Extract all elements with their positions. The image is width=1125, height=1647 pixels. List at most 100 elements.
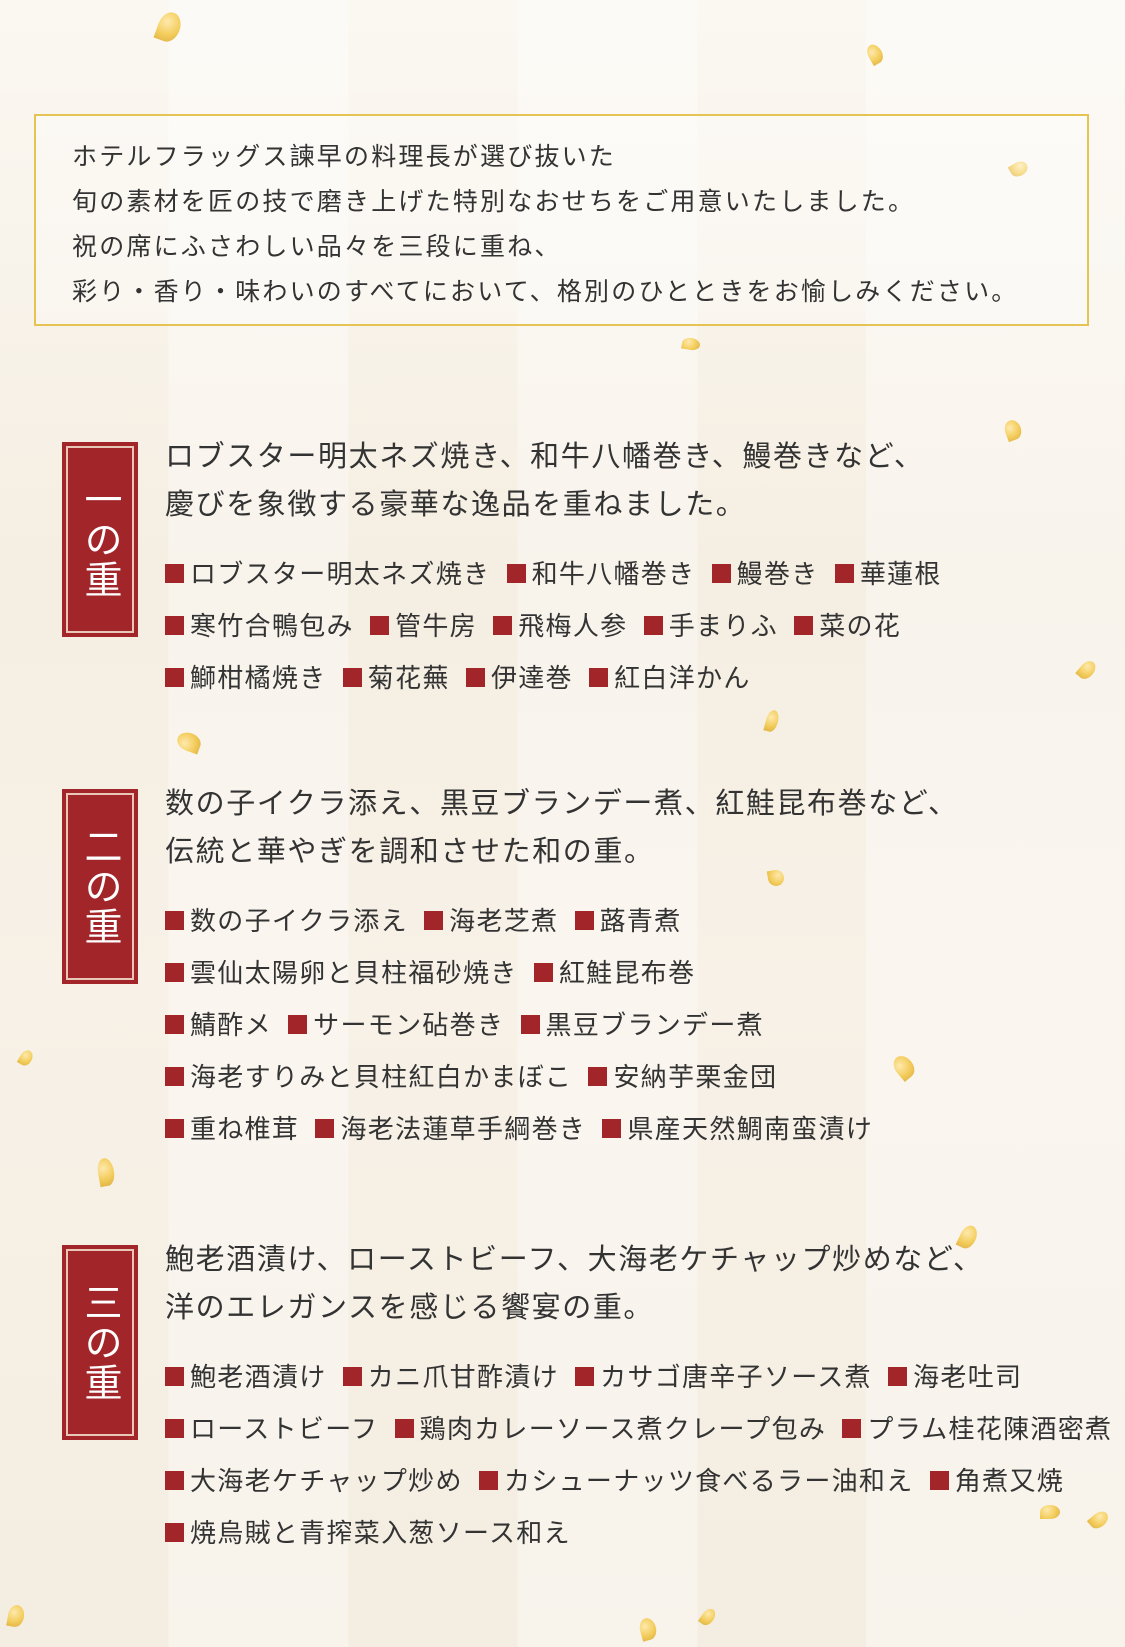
- square-bullet-icon: [165, 1471, 184, 1490]
- square-bullet-icon: [165, 1067, 184, 1086]
- item-row: 鮑老酒漬け カニ爪甘酢漬け カサゴ唐辛子ソース煮 海老吐司: [165, 1352, 1095, 1404]
- intro-line: ホテルフラッグス諫早の料理長が選び抜いた: [72, 142, 617, 171]
- square-bullet-icon: [465, 668, 485, 687]
- square-bullet-icon: [602, 1119, 622, 1138]
- menu-item-label: 黒豆ブランデー煮: [545, 1011, 764, 1041]
- menu-item-label: 重ね椎茸: [190, 1115, 300, 1145]
- square-bullet-icon: [165, 1015, 184, 1034]
- section-description-line: 数の子イクラ添え、黒豆ブランデー煮、紅鮭昆布巻など、: [165, 786, 959, 820]
- section-tag-label: 一の重: [78, 479, 122, 600]
- menu-item-label: 管牛房: [395, 612, 477, 642]
- square-bullet-icon: [288, 1015, 308, 1034]
- square-bullet-icon: [394, 1419, 414, 1438]
- square-bullet-icon: [888, 1367, 908, 1386]
- menu-item-label: 菜の花: [819, 612, 902, 642]
- item-row: 海老すりみと貝柱紅白かまぼこ 安納芋栗金団: [165, 1052, 1095, 1104]
- menu-item: 華蓮根: [834, 549, 942, 601]
- section-description-line: 鮑老酒漬け、ローストビーフ、大海老ケチャップ炒めなど、: [165, 1242, 984, 1276]
- menu-item-label: 紅鮭昆布巻: [558, 959, 696, 989]
- menu-item-label: 鯖酢メ: [190, 1011, 272, 1041]
- menu-item-label: 紅白洋かん: [614, 664, 751, 694]
- menu-item: 寒竹合鴨包み: [165, 601, 354, 653]
- square-bullet-icon: [165, 668, 184, 687]
- menu-item-label: カシューナッツ食べるラー油和え: [504, 1467, 914, 1497]
- menu-item: 紅白洋かん: [589, 653, 751, 705]
- menu-item: 大海老ケチャップ炒め: [165, 1456, 463, 1508]
- square-bullet-icon: [342, 1367, 362, 1386]
- square-bullet-icon: [165, 963, 184, 982]
- square-bullet-icon: [165, 1119, 184, 1138]
- menu-item-label: 安納芋栗金団: [613, 1063, 778, 1093]
- menu-item: 安納芋栗金団: [588, 1052, 777, 1104]
- menu-item: 鰤柑橘焼き: [165, 653, 327, 705]
- section-description: 数の子イクラ添え、黒豆ブランデー煮、紅鮭昆布巻など、 伝統と華やぎを調和させた和…: [165, 779, 1095, 875]
- menu-item: ローストビーフ: [165, 1404, 378, 1456]
- menu-item-label: 海老法蓮草手綱巻き: [340, 1115, 587, 1145]
- menu-item: カシューナッツ食べるラー油和え: [479, 1456, 914, 1508]
- menu-item-label: 海老すりみと貝柱紅白かまぼこ: [190, 1063, 573, 1093]
- item-row: 数の子イクラ添え 海老芝煮 蕗青煮: [165, 896, 1095, 948]
- menu-item: 県産天然鯛南蛮漬け: [602, 1104, 873, 1156]
- menu-item-label: 鶏肉カレーソース煮クレープ包み: [419, 1415, 827, 1445]
- menu-item: 焼烏賊と青搾菜入葱ソース和え: [165, 1508, 571, 1560]
- menu-item-label: 鰻巻き: [736, 560, 819, 590]
- menu-item: 鶏肉カレーソース煮クレープ包み: [394, 1404, 827, 1456]
- menu-item-label: 数の子イクラ添え: [190, 907, 408, 937]
- menu-item: 海老吐司: [888, 1352, 1022, 1404]
- square-bullet-icon: [370, 616, 390, 635]
- item-row: 鰤柑橘焼き 菊花蕪 伊達巻 紅白洋かん: [165, 653, 1095, 705]
- intro-line: 旬の素材を匠の技で磨き上げた特別なおせちをご用意いたしました。: [72, 187, 916, 216]
- menu-item: 海老すりみと貝柱紅白かまぼこ: [165, 1052, 572, 1104]
- square-bullet-icon: [165, 1523, 184, 1542]
- square-bullet-icon: [929, 1471, 949, 1490]
- menu-item: 海老法蓮草手綱巻き: [315, 1104, 586, 1156]
- menu-item-label: 焼烏賊と青搾菜入葱ソース和え: [190, 1519, 571, 1549]
- section-description: 鮑老酒漬け、ローストビーフ、大海老ケチャップ炒めなど、 洋のエレガンスを感じる饗…: [165, 1235, 1095, 1331]
- menu-item: 管牛房: [370, 601, 477, 653]
- square-bullet-icon: [533, 963, 553, 982]
- menu-item-label: 菊花蕪: [367, 664, 450, 694]
- menu-item-label: 伊達巻: [490, 664, 573, 694]
- section-tag-label: 三の重: [78, 1282, 122, 1403]
- menu-item-label: 海老吐司: [913, 1363, 1023, 1393]
- item-list: ロブスター明太ネズ焼き 和牛八幡巻き 鰻巻き 華蓮根 寒竹合鴨包み 管牛房 飛梅…: [165, 549, 1095, 705]
- menu-item-label: 和牛八幡巻き: [531, 560, 696, 590]
- menu-item-label: カサゴ唐辛子ソース煮: [600, 1363, 872, 1393]
- item-row: ローストビーフ 鶏肉カレーソース煮クレープ包み プラム桂花陳酒密煮: [165, 1404, 1111, 1456]
- item-row: 鯖酢メ サーモン砧巻き 黒豆ブランデー煮: [165, 1000, 1095, 1052]
- menu-item-label: ローストビーフ: [190, 1415, 379, 1445]
- menu-item: 飛梅人参: [493, 601, 627, 653]
- item-row: 寒竹合鴨包み 管牛房 飛梅人参 手まりふ 菜の花: [165, 601, 1095, 653]
- item-list: 数の子イクラ添え 海老芝煮 蕗青煮 雲仙太陽卵と貝柱福砂焼き 紅鮭昆布巻 鯖酢メ…: [165, 896, 1095, 1156]
- menu-item: 紅鮭昆布巻: [533, 948, 696, 1000]
- menu-item-label: 蕗青煮: [599, 907, 682, 937]
- intro-line: 彩り・香り・味わいのすべてにおいて、格別のひとときをお愉しみください。: [72, 277, 1019, 306]
- intro-text: ホテルフラッグス諫早の料理長が選び抜いた 旬の素材を匠の技で磨き上げた特別なおせ…: [72, 134, 1067, 314]
- menu-item: 海老芝煮: [424, 896, 558, 948]
- menu-item-label: 手まりふ: [668, 612, 778, 642]
- menu-item: 伊達巻: [465, 653, 573, 705]
- square-bullet-icon: [165, 616, 184, 635]
- square-bullet-icon: [342, 668, 362, 687]
- menu-item: ロブスター明太ネズ焼き: [165, 549, 490, 601]
- item-row: 雲仙太陽卵と貝柱福砂焼き 紅鮭昆布巻: [165, 948, 1095, 1000]
- section-description-line: 洋のエレガンスを感じる饗宴の重。: [165, 1290, 655, 1324]
- menu-item: 鰻巻き: [711, 549, 819, 601]
- intro-line: 祝の席にふさわしい品々を三段に重ね、: [72, 232, 562, 261]
- menu-item-label: 雲仙太陽卵と貝柱福砂焼き: [190, 959, 518, 989]
- section-description-line: 慶びを象徴する豪華な逸品を重ねました。: [165, 487, 747, 521]
- menu-item-label: カニ爪甘酢漬け: [367, 1363, 559, 1393]
- square-bullet-icon: [506, 564, 526, 583]
- menu-item: 雲仙太陽卵と貝柱福砂焼き: [165, 948, 518, 1000]
- menu-item: 黒豆ブランデー煮: [520, 1000, 764, 1052]
- menu-item: 角煮又焼: [929, 1456, 1064, 1508]
- square-bullet-icon: [834, 564, 854, 583]
- menu-item-label: 鰤柑橘焼き: [190, 664, 327, 694]
- square-bullet-icon: [574, 911, 594, 930]
- square-bullet-icon: [643, 616, 663, 635]
- intro-box: ホテルフラッグス諫早の料理長が選び抜いた 旬の素材を匠の技で磨き上げた特別なおせ…: [34, 114, 1089, 326]
- menu-item: 菜の花: [794, 601, 901, 653]
- section-description-line: ロブスター明太ネズ焼き、和牛八幡巻き、鰻巻きなど、: [165, 439, 925, 473]
- menu-item: サーモン砧巻き: [288, 1000, 504, 1052]
- menu-item-label: ロブスター明太ネズ焼き: [190, 560, 491, 590]
